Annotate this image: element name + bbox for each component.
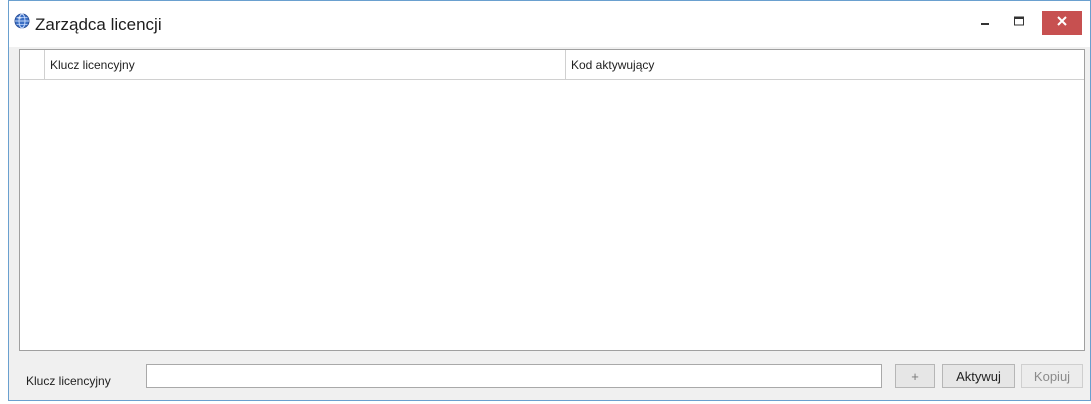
window-title: Zarządca licencji: [35, 15, 162, 34]
license-key-input[interactable]: [146, 364, 882, 388]
activate-button[interactable]: Aktywuj: [942, 364, 1015, 388]
grid-header: Klucz licencyjny Kod aktywujący: [20, 50, 1084, 80]
title-bar[interactable]: Zarządca licencji: [9, 1, 1090, 47]
column-header-license-key[interactable]: Klucz licencyjny: [45, 50, 566, 79]
minimize-button[interactable]: [968, 11, 1002, 35]
row-selector-header[interactable]: [20, 50, 45, 79]
add-button[interactable]: +: [895, 364, 935, 388]
grid-body[interactable]: [20, 80, 1084, 350]
license-input-bar: Klucz licencyjny + Aktywuj Kopiuj: [9, 352, 1090, 402]
close-icon: [1056, 14, 1068, 32]
maximize-icon: [1013, 14, 1025, 32]
license-grid[interactable]: Klucz licencyjny Kod aktywujący: [19, 49, 1085, 351]
close-button[interactable]: [1042, 11, 1082, 35]
column-header-activation-code[interactable]: Kod aktywujący: [566, 50, 1084, 79]
copy-button[interactable]: Kopiuj: [1021, 364, 1083, 388]
globe-icon: [14, 13, 30, 29]
minimize-icon: [979, 14, 991, 32]
license-manager-window: Zarządca licencji Klucz licencyjny Kod a…: [8, 0, 1091, 401]
license-key-label: Klucz licencyjny: [26, 374, 111, 388]
content-area: Klucz licencyjny Kod aktywujący Klucz li…: [9, 47, 1090, 400]
maximize-button[interactable]: [1002, 11, 1036, 35]
